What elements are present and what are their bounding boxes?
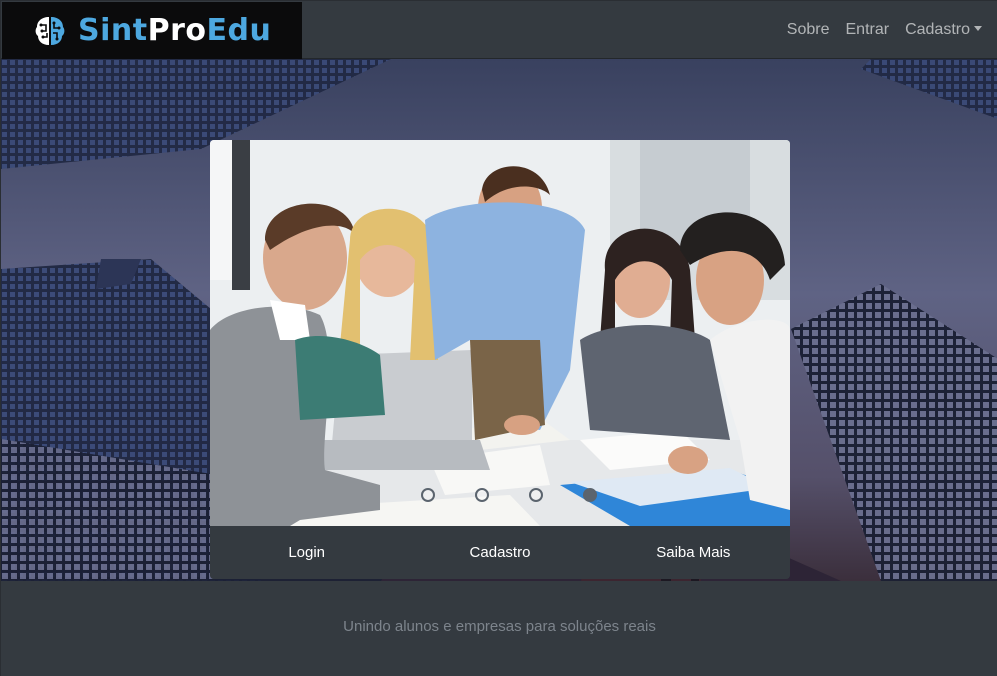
nav-link-sobre[interactable]: Sobre	[779, 21, 838, 39]
carousel-indicators	[210, 488, 790, 502]
cadastro-button[interactable]: Cadastro	[403, 526, 596, 579]
hero-section: Login Cadastro Saiba Mais	[1, 59, 997, 581]
caret-down-icon	[974, 26, 982, 31]
nav-link-entrar[interactable]: Entrar	[838, 21, 898, 39]
brand-name-part3: Edu	[206, 12, 272, 48]
brand-name: SintProEdu	[78, 12, 272, 48]
carousel-indicator-1[interactable]	[421, 488, 435, 502]
nav-dropdown-cadastro[interactable]: Cadastro	[897, 21, 990, 39]
brain-circuit-icon	[35, 16, 65, 45]
nav-links: Sobre Entrar Cadastro	[779, 1, 990, 59]
hero-card: Login Cadastro Saiba Mais	[210, 140, 790, 579]
brand-name-part2: Pro	[147, 12, 207, 48]
carousel-indicator-4[interactable]	[583, 488, 597, 502]
saiba-mais-button[interactable]: Saiba Mais	[597, 526, 790, 579]
footer: Unindo alunos e empresas para soluções r…	[1, 581, 997, 676]
students-working-together-photo	[210, 140, 790, 526]
carousel-indicator-2[interactable]	[475, 488, 489, 502]
footer-tagline: Unindo alunos e empresas para soluções r…	[343, 617, 656, 635]
nav-dropdown-cadastro-label: Cadastro	[905, 21, 970, 38]
image-carousel[interactable]	[210, 140, 790, 526]
brand-logo-link[interactable]: SintProEdu	[2, 2, 302, 59]
login-button[interactable]: Login	[210, 526, 403, 579]
brand-name-part1: Sint	[78, 12, 148, 48]
carousel-indicator-3[interactable]	[529, 488, 543, 502]
navbar: SintProEdu Sobre Entrar Cadastro	[1, 1, 997, 59]
card-actions: Login Cadastro Saiba Mais	[210, 526, 790, 579]
